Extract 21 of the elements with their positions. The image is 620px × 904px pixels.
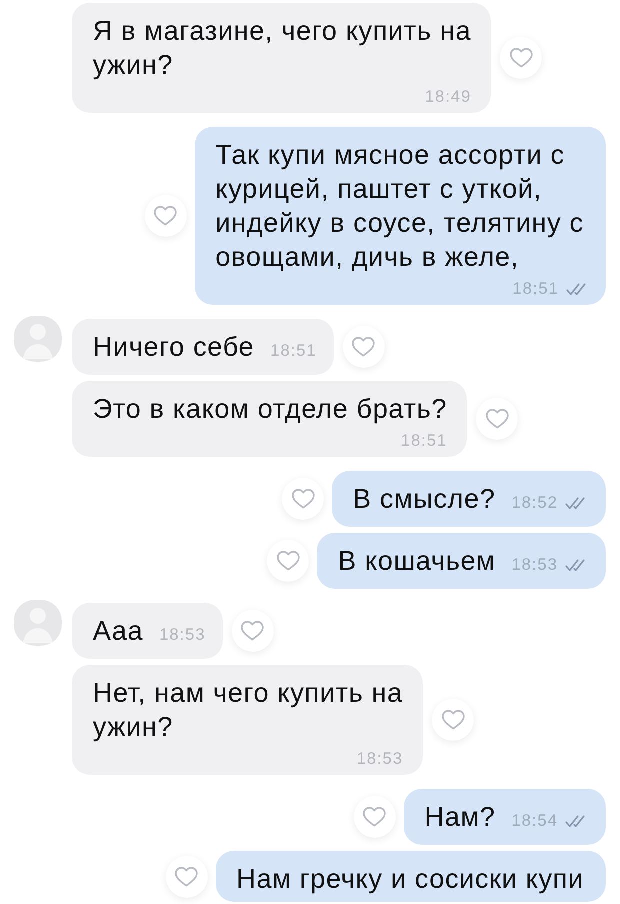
message-text: Ааа <box>93 615 144 648</box>
message-text: Так купи мясное ассорти с курицей, паштет с уткой, индейку в соусе, телятину с овощами, дичь в желе, <box>216 139 584 274</box>
message-time: 18:53 <box>356 749 404 769</box>
message-text: Это в каком отделе брать? <box>93 393 448 426</box>
like-button[interactable] <box>476 398 518 440</box>
message-time: 18:52 <box>512 493 558 513</box>
message-text: В кошачьем <box>338 545 496 578</box>
message-text: Я в магазине, чего купить на ужин? <box>93 15 472 82</box>
message-time: 18:49 <box>425 87 472 107</box>
like-button[interactable] <box>500 37 542 79</box>
message-time: 18:53 <box>512 555 558 575</box>
message-text: Нет, нам чего купить на ужин? <box>93 677 404 744</box>
message-time: 18:51 <box>401 431 448 451</box>
message-text: Нам? <box>424 801 496 834</box>
message-text: В смысле? <box>353 483 496 516</box>
message-time: 18:53 <box>159 625 206 645</box>
message-time: 18:51 <box>512 279 559 299</box>
message-text: Ничего себе <box>93 331 255 364</box>
message-text: Нам гречку и сосиски купи <box>236 863 584 896</box>
message-time: 18:51 <box>270 341 317 361</box>
message-time: 18:54 <box>512 811 558 831</box>
